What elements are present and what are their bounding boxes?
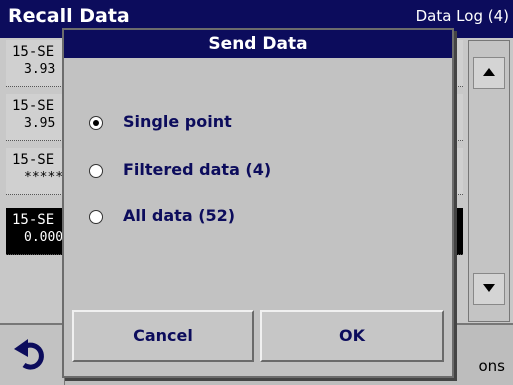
radio-selected-icon[interactable] bbox=[89, 116, 103, 130]
row-value: 3.95 bbox=[24, 116, 56, 131]
cancel-button[interactable]: Cancel bbox=[72, 310, 254, 362]
option-label: All data (52) bbox=[123, 206, 236, 225]
ok-button[interactable]: OK bbox=[260, 310, 444, 362]
triangle-up-icon bbox=[483, 68, 495, 76]
row-value: 3.93 bbox=[24, 62, 56, 77]
dialog-title: Send Data bbox=[64, 30, 452, 58]
triangle-down-icon bbox=[483, 284, 495, 292]
scroll-up-button[interactable] bbox=[473, 57, 505, 89]
option-label: Single point bbox=[123, 112, 232, 131]
scroll-down-button[interactable] bbox=[473, 273, 505, 305]
back-button[interactable] bbox=[0, 325, 65, 385]
radio-icon[interactable] bbox=[89, 164, 103, 178]
undo-arrow-icon bbox=[14, 339, 44, 370]
app-title: Recall Data bbox=[8, 5, 130, 27]
row-id: 15-SE bbox=[12, 152, 55, 168]
row-id: 15-SE bbox=[12, 98, 55, 114]
row-value: 0.000 bbox=[24, 230, 64, 245]
data-log-label: Data Log (4) bbox=[415, 7, 509, 25]
option-label: Filtered data (4) bbox=[123, 160, 272, 179]
row-id: 15-SE bbox=[12, 212, 55, 228]
options-label[interactable]: ons bbox=[479, 357, 506, 375]
row-id: 15-SE bbox=[12, 44, 55, 60]
scrollbar[interactable] bbox=[468, 40, 510, 322]
send-data-dialog: Send Data Single point Filtered data (4)… bbox=[62, 28, 454, 378]
radio-icon[interactable] bbox=[89, 210, 103, 224]
row-value: ***** bbox=[24, 170, 64, 185]
